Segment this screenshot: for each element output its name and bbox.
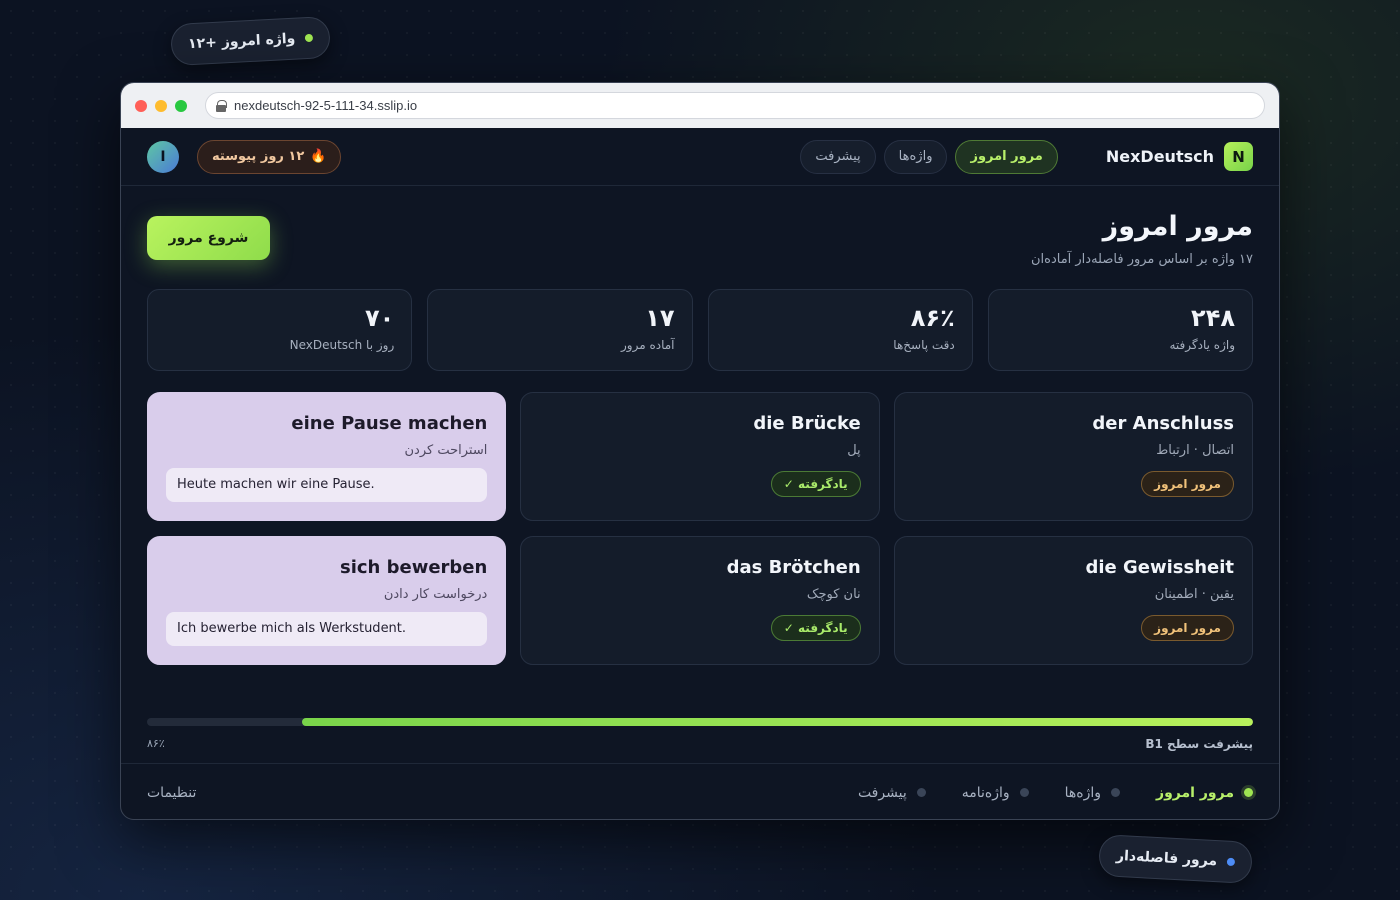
top-navigation: N NexDeutsch مرور امروز واژه‌ها پیشرفت 🔥… — [121, 128, 1279, 186]
example-sentence: Ich bewerbe mich als Werkstudent. — [166, 612, 488, 646]
floating-badge-label: مرور فاصله‌دار — [1115, 847, 1218, 870]
word-translation: استراحت کردن — [404, 443, 488, 458]
stat-card-learned: ۲۴۸ واژه یادگرفته — [987, 289, 1253, 371]
bottom-nav-today-review[interactable]: مرور امروز — [1156, 785, 1253, 801]
tab-progress[interactable]: پیشرفت — [800, 139, 876, 174]
status-badge: مرور امروز — [1141, 471, 1234, 497]
page-title: مرور امروز — [1102, 211, 1253, 242]
stat-value: ۱۷ — [645, 304, 675, 332]
bottom-nav-dictionary[interactable]: واژه‌نامه — [962, 785, 1029, 801]
word-translation: یقین · اطمینان — [1154, 587, 1234, 602]
word-term: die Brücke — [753, 413, 861, 434]
nav-user-area: 🔥 ۱۲ روز پیوسته I — [147, 139, 342, 174]
tab-words[interactable]: واژه‌ها — [883, 139, 948, 174]
brand-name: NexDeutsch — [1105, 147, 1214, 166]
word-term: der Anschluss — [1092, 413, 1234, 434]
start-review-button[interactable]: شروع مرور — [147, 216, 270, 260]
word-card[interactable]: die Brücke پل یادگرفته ✓ — [520, 392, 880, 521]
dot-icon — [1019, 788, 1029, 797]
minimize-window-icon[interactable] — [155, 99, 167, 112]
logo-icon: N — [1224, 142, 1253, 171]
stats-row: ۲۴۸ واژه یادگرفته ۸۶٪ دقت پاسخ‌ها ۱۷ آما… — [147, 289, 1253, 371]
stat-label: روز با NexDeutsch — [289, 338, 395, 352]
status-badge: مرور امروز — [1141, 615, 1234, 641]
bottom-nav-progress[interactable]: پیشرفت — [858, 785, 926, 801]
flame-icon: 🔥 — [310, 149, 327, 164]
bottom-nav-label: پیشرفت — [857, 784, 907, 801]
active-dot-icon — [1244, 788, 1253, 797]
floating-badge-new-words: واژه امروز +۱۲ — [170, 15, 332, 67]
status-badge: یادگرفته ✓ — [770, 615, 861, 641]
page-subtitle: ۱۷ واژه بر اساس مرور فاصله‌دار آماده‌ان — [1030, 252, 1253, 267]
word-translation: اتصال · ارتباط — [1156, 443, 1234, 458]
word-term: sich bewerben — [339, 557, 488, 578]
bottom-nav-label: واژه‌ها — [1064, 784, 1102, 801]
browser-window: nexdeutsch-92-5-111-34.sslip.io N NexDeu… — [120, 82, 1280, 820]
word-translation: پل — [847, 443, 861, 458]
stat-label: واژه یادگرفته — [1169, 338, 1236, 352]
stat-label: دقت پاسخ‌ها — [893, 338, 955, 352]
word-card[interactable]: der Anschluss اتصال · ارتباط مرور امروز — [893, 392, 1253, 521]
flipped-word-card[interactable]: eine Pause machen استراحت کردن Heute mac… — [147, 392, 507, 521]
word-translation: نان کوچک — [806, 587, 861, 602]
word-card[interactable]: die Gewissheit یقین · اطمینان مرور امروز — [893, 536, 1253, 665]
dot-icon — [916, 788, 926, 797]
word-term: das Brötchen — [726, 557, 861, 578]
word-cards-grid: der Anschluss اتصال · ارتباط مرور امروز … — [147, 392, 1253, 665]
stat-value: ۷۰ — [364, 304, 395, 332]
floating-badge-spaced-review: مرور فاصله‌دار — [1098, 834, 1254, 884]
streak-label: ۱۲ روز پیوسته — [212, 149, 305, 164]
example-sentence: Heute machen wir eine Pause. — [166, 468, 488, 502]
bottom-nav-words[interactable]: واژه‌ها — [1064, 784, 1121, 801]
streak-badge[interactable]: 🔥 ۱۲ روز پیوسته — [197, 139, 342, 174]
level-progress-fill — [301, 718, 1253, 726]
flipped-word-card[interactable]: sich bewerben درخواست کار دادن Ich bewer… — [147, 536, 507, 665]
status-dot-icon — [1226, 857, 1236, 867]
progress-percent: ۸۶٪ — [147, 737, 165, 750]
url-text: nexdeutsch-92-5-111-34.sslip.io — [234, 98, 418, 113]
bottom-navigation: مرور امروز واژه‌ها واژه‌نامه پیشرفت تنظی… — [121, 763, 1279, 819]
page-header: مرور امروز ۱۷ واژه بر اساس مرور فاصله‌دا… — [1031, 211, 1253, 267]
stat-label: آماده مرور — [620, 338, 675, 352]
lock-icon — [216, 99, 227, 112]
word-term: die Gewissheit — [1085, 557, 1234, 578]
settings-link[interactable]: تنظیمات — [147, 785, 196, 801]
status-dot-icon — [305, 33, 314, 43]
bottom-nav-items: مرور امروز واژه‌ها واژه‌نامه پیشرفت — [858, 785, 1253, 801]
bottom-nav-label: مرور امروز — [1156, 784, 1234, 801]
progress-label: پیشرفت سطح B1 — [1145, 737, 1253, 751]
tab-today-review[interactable]: مرور امروز — [955, 139, 1058, 174]
stat-value: ۸۶٪ — [910, 304, 955, 332]
stat-card-days: ۷۰ روز با NexDeutsch — [147, 289, 413, 371]
bottom-nav-label: واژه‌نامه — [961, 784, 1010, 801]
stat-value: ۲۴۸ — [1191, 304, 1235, 332]
close-window-icon[interactable] — [135, 99, 147, 112]
word-term: eine Pause machen — [291, 413, 488, 434]
window-controls — [135, 99, 187, 112]
app-root: N NexDeutsch مرور امروز واژه‌ها پیشرفت 🔥… — [121, 128, 1279, 819]
brand[interactable]: N NexDeutsch — [1106, 142, 1253, 171]
dot-icon — [1111, 788, 1121, 797]
floating-badge-label: واژه امروز +۱۲ — [187, 30, 296, 53]
stat-card-ready: ۱۷ آماده مرور — [427, 289, 693, 371]
browser-chrome: nexdeutsch-92-5-111-34.sslip.io — [121, 83, 1279, 128]
status-badge: یادگرفته ✓ — [770, 471, 861, 497]
stat-card-accuracy: ۸۶٪ دقت پاسخ‌ها — [707, 289, 973, 371]
word-card[interactable]: das Brötchen نان کوچک یادگرفته ✓ — [520, 536, 880, 665]
level-progress-bar — [147, 718, 1253, 726]
nav-tabs: مرور امروز واژه‌ها پیشرفت — [800, 139, 1058, 174]
avatar[interactable]: I — [147, 140, 179, 173]
maximize-window-icon[interactable] — [175, 99, 187, 112]
word-translation: درخواست کار دادن — [383, 587, 488, 602]
address-bar[interactable]: nexdeutsch-92-5-111-34.sslip.io — [205, 92, 1265, 119]
